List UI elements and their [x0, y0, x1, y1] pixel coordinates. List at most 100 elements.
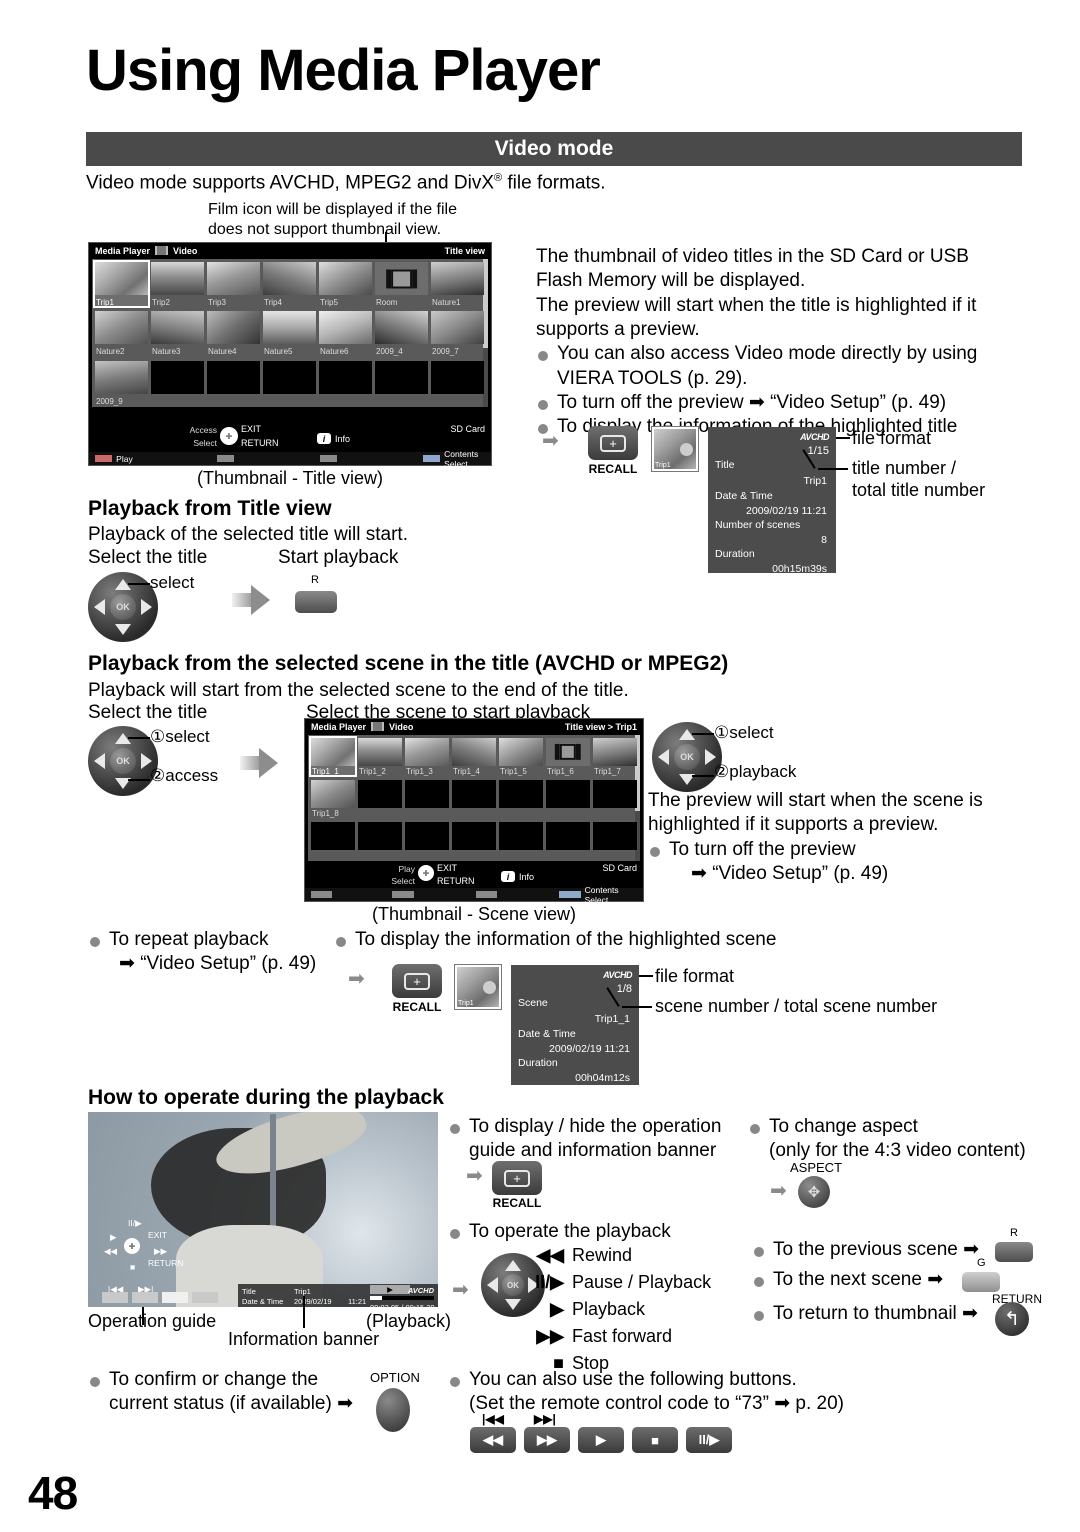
blue-key-swatch[interactable]: [559, 891, 581, 898]
intro-text: Video mode supports AVCHD, MPEG2 and Div…: [86, 172, 606, 194]
thumbnail-item[interactable]: Nature1: [431, 262, 484, 307]
caption-playback: (Playback): [366, 1311, 452, 1331]
bullet-change-aspect: To change aspect (only for the 4:3 video…: [748, 1115, 1048, 1164]
dpad-right-icon[interactable]: [141, 599, 152, 615]
thumbnail-item[interactable]: Trip1_8: [311, 780, 355, 818]
media-button-fastforward[interactable]: ▶▶: [524, 1427, 570, 1453]
thumbnail-empty-slot: [499, 822, 543, 860]
thumbnail-item[interactable]: Trip5: [319, 262, 372, 307]
red-key-swatch[interactable]: [95, 455, 113, 462]
dpad-down-icon[interactable]: [505, 1299, 521, 1310]
dpad-ok-button[interactable]: OK: [674, 744, 700, 770]
recall-label-scene: RECALL: [392, 1000, 442, 1014]
banner-format: AVCHD: [407, 1286, 434, 1295]
media-button-pause-play[interactable]: II/▶: [686, 1427, 732, 1453]
display-hide-block: To display / hide the operation guide an…: [448, 1115, 748, 1164]
thumbnail-image: [546, 780, 590, 808]
flow-arrow-title: [232, 585, 270, 615]
return-button[interactable]: ↰: [995, 1302, 1029, 1336]
recall-button-scene[interactable]: +: [392, 964, 442, 998]
yellow-key-swatch[interactable]: [475, 891, 498, 898]
thumbnail-item[interactable]: 2009_9: [95, 360, 148, 406]
dpad-ok-button[interactable]: OK: [502, 1274, 524, 1296]
red-key-button[interactable]: [295, 591, 337, 613]
green-key-swatch[interactable]: [216, 455, 234, 462]
thumbnail-item[interactable]: Trip1_5: [499, 738, 543, 776]
dpad-ok-button[interactable]: OK: [110, 748, 136, 774]
thumbnail-item[interactable]: Nature2: [95, 311, 148, 356]
aspect-button[interactable]: ✥: [798, 1176, 830, 1208]
media-button-play[interactable]: ▶: [578, 1427, 624, 1453]
thumbnail-image: [375, 360, 428, 394]
scene-row-value-2: 00h04m12s: [575, 1072, 630, 1084]
osd-swatch-1[interactable]: [102, 1292, 128, 1303]
thumbnail-item[interactable]: Trip2: [151, 262, 204, 307]
thumbnail-label: Trip1_8: [312, 809, 339, 818]
thumbnail-item[interactable]: Trip1_6: [546, 738, 590, 776]
thumbnail-item[interactable]: Trip1_3: [405, 738, 449, 776]
osd-color-buttons[interactable]: [102, 1292, 218, 1303]
dpad-ok-button[interactable]: OK: [110, 594, 136, 620]
information-banner: Title Trip1 Date & Time 2009/02/19 11:21…: [238, 1284, 438, 1307]
label-right-playback: ②playback: [714, 762, 797, 781]
green-key-swatch[interactable]: [392, 891, 414, 898]
dpad-left-icon[interactable]: [487, 1277, 498, 1293]
banner-time-value: 11:21: [348, 1297, 367, 1306]
thumbnail-item[interactable]: Nature5: [263, 311, 316, 356]
thumbnail-image: [319, 360, 372, 394]
thumbnail-item[interactable]: Trip1_2: [358, 738, 402, 776]
option-button[interactable]: [376, 1388, 410, 1432]
next-scene-text: To the next scene: [773, 1269, 922, 1290]
video-mode-label: Video: [173, 245, 198, 256]
banner-progress-track[interactable]: [370, 1296, 434, 1300]
callout-title-number-line1: title number /: [852, 458, 957, 478]
thumbnail-item[interactable]: Trip1_4: [452, 738, 496, 776]
green-key-next-scene[interactable]: [962, 1272, 1000, 1292]
media-buttons-row[interactable]: ◀◀ ▶▶ ▶ ■ II/▶: [470, 1427, 732, 1453]
media-button-stop[interactable]: ■: [632, 1427, 678, 1453]
option-line2: current status (if available): [109, 1393, 332, 1415]
dpad-left-icon[interactable]: [94, 599, 105, 615]
recall-button-playback[interactable]: +: [492, 1161, 542, 1195]
thumbnail-item[interactable]: Nature6: [319, 311, 372, 356]
media-button-rewind[interactable]: ◀◀: [470, 1427, 516, 1453]
dpad-up-icon[interactable]: [505, 1260, 521, 1271]
thumbnail-image: [263, 262, 316, 295]
thumbnail-item[interactable]: Trip1_1: [309, 736, 357, 777]
osd-rewind-icon: ◀◀: [104, 1246, 118, 1256]
thumbnail-item[interactable]: Trip1: [93, 260, 150, 308]
info-button-hint[interactable]: i Info: [317, 433, 350, 444]
dpad-down-icon[interactable]: [115, 624, 131, 635]
osd-swatch-4[interactable]: [192, 1292, 218, 1303]
red-key-swatch[interactable]: [311, 891, 333, 898]
banner-play-state-icon: ▶: [370, 1285, 410, 1294]
recall-button-title[interactable]: +: [588, 426, 638, 460]
info-button-hint[interactable]: i Info: [501, 871, 534, 882]
view-label: Title view: [444, 245, 485, 256]
repeat-playback-block: To repeat playback ➡ “Video Setup” (p. 4…: [88, 928, 338, 977]
thumbnail-image: [452, 822, 496, 850]
thumbnail-item[interactable]: Trip1_7: [593, 738, 637, 776]
change-aspect-line1: To change aspect: [769, 1116, 918, 1137]
thumbnail-item[interactable]: 2009_7: [431, 311, 484, 356]
yellow-key-swatch[interactable]: [319, 455, 338, 462]
osd-swatch-2[interactable]: [132, 1292, 158, 1303]
info-label: Info: [519, 871, 535, 882]
scene-thumbnail-grid[interactable]: Trip1_1 Trip1_2 Trip1_3 Trip1_4 Trip1_5 Trip1…: [308, 735, 640, 861]
blue-key-swatch[interactable]: [423, 455, 441, 462]
thumbnail-item[interactable]: Trip4: [263, 262, 316, 307]
thumbnail-item[interactable]: Nature4: [207, 311, 260, 356]
leader-scene-format: [639, 975, 653, 977]
title-thumbnail-grid[interactable]: Trip1 Trip2 Trip3 Trip4 Trip5 Room Nature1 Natu…: [92, 259, 488, 407]
thumbnail-item[interactable]: Trip3: [207, 262, 260, 307]
osd-swatch-3[interactable]: [162, 1292, 188, 1303]
red-key-previous-scene[interactable]: [995, 1242, 1033, 1262]
osd-ff-icon: ▶▶: [154, 1246, 168, 1256]
film-icon: [155, 246, 169, 255]
operation-symbol: II/▶: [535, 1272, 564, 1292]
thumbnail-item[interactable]: Room: [375, 262, 428, 307]
thumbnail-item[interactable]: Nature3: [151, 311, 204, 356]
dpad-left-icon[interactable]: [658, 749, 669, 765]
dpad-left-icon[interactable]: [94, 753, 105, 769]
thumbnail-item[interactable]: 2009_4: [375, 311, 428, 356]
